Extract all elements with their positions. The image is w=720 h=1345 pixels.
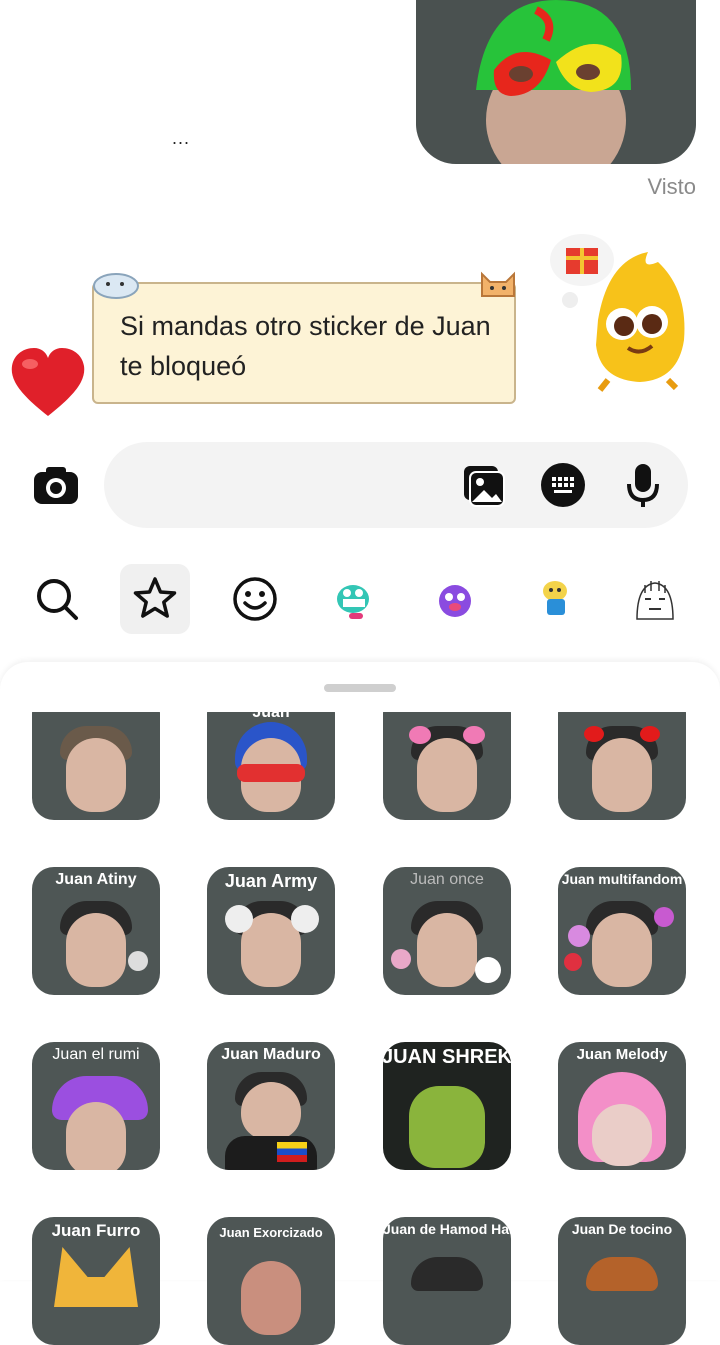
sticker-item[interactable]: Juan Melody [558,1042,686,1170]
sticker-caption: Juan Furro [51,1221,141,1240]
camera-icon [34,467,78,504]
message-text: Si mandas otro sticker de Juan te bloque… [120,311,491,381]
gallery-icon [464,466,505,507]
sticker-caption: Juan Atiny [55,871,137,888]
sticker-item[interactable]: Juan once [383,867,511,995]
sticker-caption: Juan Melody [576,1046,668,1063]
sticker-item[interactable]: Juan de Hamod Habibi [383,1217,511,1345]
message-composer [104,442,688,528]
camera-button[interactable] [30,460,82,512]
heart-sticker[interactable] [10,348,86,418]
mascot-sticker[interactable] [548,230,708,400]
sticker-pack-3 [543,581,567,615]
sticker-caption: Juan Exorcizado [219,1225,323,1240]
sticker-pack-2 [439,585,471,617]
typing-indicator: ... [172,128,191,148]
microphone-icon [627,464,659,507]
sent-sticker-image[interactable] [416,0,696,164]
sticker-item[interactable]: Juan De tocino [558,1217,686,1345]
message-input[interactable] [128,464,452,508]
tab-sticker-pack-1[interactable] [320,564,390,634]
sticker-caption: JUAN SHREK [383,1046,511,1068]
keyboard-icon [541,463,585,507]
sticker-caption: Juan multifandom [561,871,683,887]
smiley-icon [233,577,277,621]
cat-icon [481,271,515,297]
tab-search[interactable] [22,564,92,634]
tab-sticker-pack-4[interactable] [620,564,690,634]
search-icon [37,579,78,620]
sticker-item[interactable]: Juan Maduro [207,1042,335,1170]
sticker-pack-1 [337,585,369,619]
tab-sticker-pack-2[interactable] [420,564,490,634]
sticker-item[interactable]: Juan multifandom [558,867,686,995]
seen-status: Visto [647,174,696,199]
message-note-sticker[interactable]: Si mandas otro sticker de Juan te bloque… [92,271,516,404]
sticker-item[interactable]: Juan Atiny [32,867,160,995]
sheet-drag-handle[interactable] [324,684,396,692]
sticker-item[interactable]: Juan el rumi [32,1042,160,1170]
sticker-caption: Juan Army [224,871,318,891]
tab-emoji[interactable] [220,564,290,634]
sticker-keyboard-button[interactable] [540,462,586,508]
tab-sticker-pack-3[interactable] [520,564,590,634]
gallery-button[interactable] [460,462,506,508]
sticker-caption: Juan el rumi [52,1046,140,1063]
puppy-icon [93,273,139,299]
sticker-caption: Juan de Hamod Habibi [383,1221,511,1237]
sticker-pack-4 [636,581,674,620]
sticker-caption: Juan De tocino [571,1221,673,1237]
sticker-item[interactable]: JUAN SHREK [383,1042,511,1170]
sticker-caption: Juan Maduro [221,1046,321,1063]
tab-favorites[interactable] [120,564,190,634]
sticker-caption: Juan once [410,871,484,888]
sticker-item[interactable]: Juan Exorcizado [207,1217,335,1345]
sticker-item[interactable]: Juan Army [207,867,335,995]
microphone-button[interactable] [620,462,666,508]
sticker-item[interactable]: Juan Furro [32,1217,160,1345]
star-icon [133,577,177,618]
